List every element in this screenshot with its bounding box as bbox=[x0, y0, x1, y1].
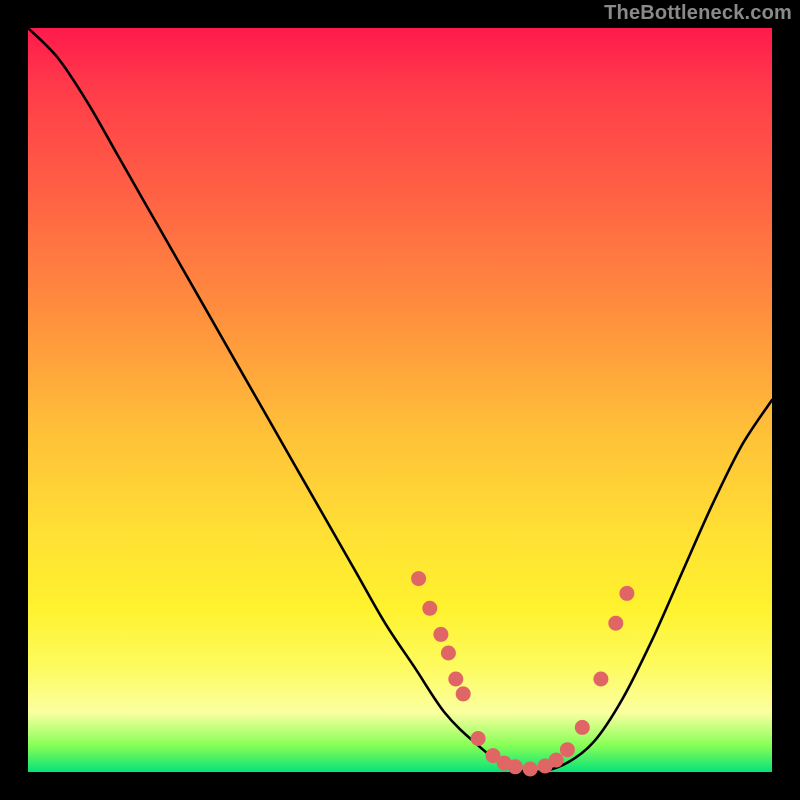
data-marker bbox=[422, 601, 437, 616]
data-marker bbox=[608, 616, 623, 631]
data-marker bbox=[549, 753, 564, 768]
data-marker bbox=[448, 672, 463, 687]
chart-frame: TheBottleneck.com bbox=[0, 0, 800, 800]
marker-group bbox=[411, 571, 634, 776]
data-marker bbox=[433, 627, 448, 642]
data-marker bbox=[471, 731, 486, 746]
data-marker bbox=[619, 586, 634, 601]
chart-svg bbox=[28, 28, 772, 772]
data-marker bbox=[560, 742, 575, 757]
watermark-text: TheBottleneck.com bbox=[604, 2, 792, 25]
data-marker bbox=[441, 646, 456, 661]
data-marker bbox=[508, 759, 523, 774]
data-marker bbox=[411, 571, 426, 586]
chart-plot-area bbox=[28, 28, 772, 772]
data-marker bbox=[523, 762, 538, 777]
data-marker bbox=[593, 672, 608, 687]
data-marker bbox=[456, 686, 471, 701]
bottleneck-curve bbox=[28, 28, 772, 772]
data-marker bbox=[575, 720, 590, 735]
